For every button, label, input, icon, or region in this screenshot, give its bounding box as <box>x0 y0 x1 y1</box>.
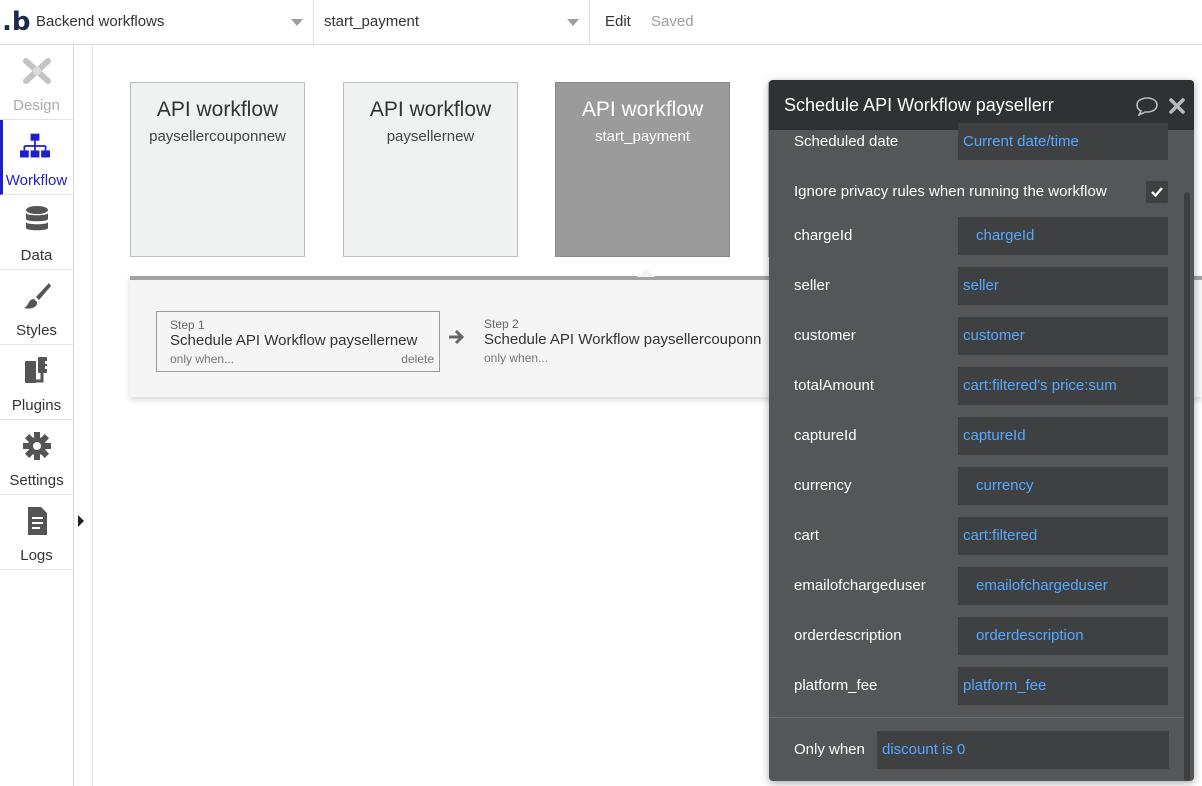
sidebar-item-styles[interactable]: Styles <box>0 270 73 345</box>
step-number: Step 1 <box>170 318 205 332</box>
step-number: Step 2 <box>484 317 519 331</box>
parameter-label: platform_fee <box>794 677 878 694</box>
sidebar-item-logs[interactable]: Logs <box>0 495 73 570</box>
arrow-right-icon <box>449 329 465 345</box>
parameter-field[interactable]: orderdescription <box>958 617 1168 655</box>
pointer-arrow <box>637 268 655 277</box>
api-workflow-card[interactable]: API workflow paysellercouponnew <box>130 82 305 257</box>
card-name: start_payment <box>594 128 691 145</box>
parameter-row: captureId captureId <box>769 417 1184 455</box>
sidebar-item-settings[interactable]: Settings <box>0 420 73 495</box>
sidebar-item-label: Styles <box>16 322 57 339</box>
privacy-rules-row: Ignore privacy rules when running the wo… <box>769 173 1184 211</box>
step-title: Schedule API Workflow paysellernew <box>170 332 418 349</box>
parameter-field[interactable]: chargeId <box>958 217 1168 255</box>
api-workflow-card[interactable]: API workflow paysellernew <box>343 82 518 257</box>
design-icon <box>23 58 51 84</box>
sidebar-item-label: Data <box>20 247 53 264</box>
action-property-editor: Schedule API Workflow paysellerr Schedul… <box>769 80 1194 781</box>
workflow-select-value: start_payment <box>324 13 420 30</box>
plug-icon <box>25 357 50 383</box>
property-editor-scrollbar[interactable] <box>1184 192 1190 781</box>
expand-arrow-icon[interactable] <box>78 515 84 527</box>
parameter-row: totalAmount cart:filtered's price:sum <box>769 367 1184 405</box>
gear-icon <box>23 432 51 460</box>
card-name: paysellernew <box>386 128 475 145</box>
workflow-select[interactable]: start_payment <box>314 0 590 45</box>
parameter-field[interactable]: cart:filtered's price:sum <box>958 367 1168 405</box>
parameter-field[interactable]: seller <box>958 267 1168 305</box>
divider <box>769 717 1184 718</box>
parameter-label: chargeId <box>794 227 853 244</box>
sidebar-item-workflow[interactable]: Workflow <box>0 120 73 195</box>
parameter-row: chargeId chargeId <box>769 217 1184 255</box>
step-1[interactable]: Step 1 Schedule API Workflow paysellerne… <box>156 311 440 372</box>
sidebar-item-design[interactable]: Design <box>0 45 73 120</box>
page-select[interactable]: Backend workflows <box>30 0 314 45</box>
step-2[interactable]: Step 2 Schedule API Workflow paysellerco… <box>471 311 771 372</box>
parameter-field[interactable]: platform_fee <box>958 667 1168 705</box>
parameter-label: orderdescription <box>794 627 902 644</box>
parameter-field[interactable]: captureId <box>958 417 1168 455</box>
parameter-row: platform_fee platform_fee <box>769 667 1184 705</box>
sidebar-item-label: Design <box>13 97 60 114</box>
parameter-row: orderdescription orderdescription <box>769 617 1184 655</box>
only-when-field[interactable]: discount is 0 <box>877 731 1169 769</box>
parameter-row: emailofchargeduser emailofchargeduser <box>769 567 1184 605</box>
privacy-rules-checkbox[interactable] <box>1146 181 1168 203</box>
only-when-row: Only when discount is 0 <box>769 731 1184 769</box>
parameter-label: captureId <box>794 427 857 444</box>
scheduled-date-label: Scheduled date <box>794 133 899 150</box>
step-delete-link[interactable]: delete <box>401 352 434 366</box>
parameter-field[interactable]: customer <box>958 317 1168 355</box>
only-when-label: Only when <box>794 741 865 758</box>
sidebar-item-plugins[interactable]: Plugins <box>0 345 73 420</box>
parameter-field[interactable]: emailofchargeduser <box>958 567 1168 605</box>
database-icon <box>26 206 48 231</box>
chevron-down-icon <box>567 19 579 26</box>
left-sidebar: Design Workflow Data Styles Plugins Sett… <box>0 45 84 786</box>
parameter-label: emailofchargeduser <box>794 577 926 594</box>
card-title: API workflow <box>581 98 704 121</box>
top-bar: .b Backend workflows start_payment Edit … <box>0 0 1202 45</box>
parameter-row: seller seller <box>769 267 1184 305</box>
bubble-logo[interactable]: .b <box>0 0 31 45</box>
parameter-row: customer customer <box>769 317 1184 355</box>
chevron-down-icon <box>291 19 303 26</box>
parameter-label: cart <box>794 527 820 544</box>
workflow-icon <box>20 133 50 158</box>
api-workflow-card-selected[interactable]: API workflow start_payment <box>555 82 730 257</box>
parameter-row: currency currency <box>769 467 1184 505</box>
checkmark-icon <box>1151 187 1163 198</box>
page-select-value: Backend workflows <box>36 13 165 30</box>
comment-icon[interactable] <box>1135 96 1159 116</box>
parameter-label: totalAmount <box>794 377 875 394</box>
card-title: API workflow <box>156 98 279 121</box>
sidebar-item-label: Settings <box>9 472 64 489</box>
parameter-row: cart cart:filtered <box>769 517 1184 555</box>
card-name: paysellercouponnew <box>149 128 286 145</box>
scheduled-date-field[interactable]: Current date/time <box>958 123 1168 160</box>
step-only-when[interactable]: only when... <box>170 352 234 366</box>
privacy-rules-label: Ignore privacy rules when running the wo… <box>794 183 1107 200</box>
sidebar-item-label: Logs <box>20 547 53 564</box>
sidebar-item-data[interactable]: Data <box>0 195 73 270</box>
edit-menu[interactable]: Edit <box>605 0 631 44</box>
parameter-field[interactable]: currency <box>958 467 1168 505</box>
saved-status: Saved <box>651 13 694 30</box>
step-only-when[interactable]: only when... <box>484 351 548 365</box>
sidebar-item-label: Plugins <box>11 397 62 414</box>
document-icon <box>28 507 47 535</box>
close-icon[interactable] <box>1168 97 1186 115</box>
parameter-label: seller <box>794 277 830 294</box>
step-title: Schedule API Workflow paysellercouponn <box>484 331 762 348</box>
scheduled-date-row: Scheduled date Current date/time <box>769 123 1184 161</box>
sidebar-item-label: Workflow <box>5 172 68 189</box>
card-title: API workflow <box>369 98 492 121</box>
brush-icon <box>24 283 51 309</box>
parameter-label: customer <box>794 327 856 344</box>
parameter-label: currency <box>794 477 852 494</box>
parameter-field[interactable]: cart:filtered <box>958 517 1168 555</box>
